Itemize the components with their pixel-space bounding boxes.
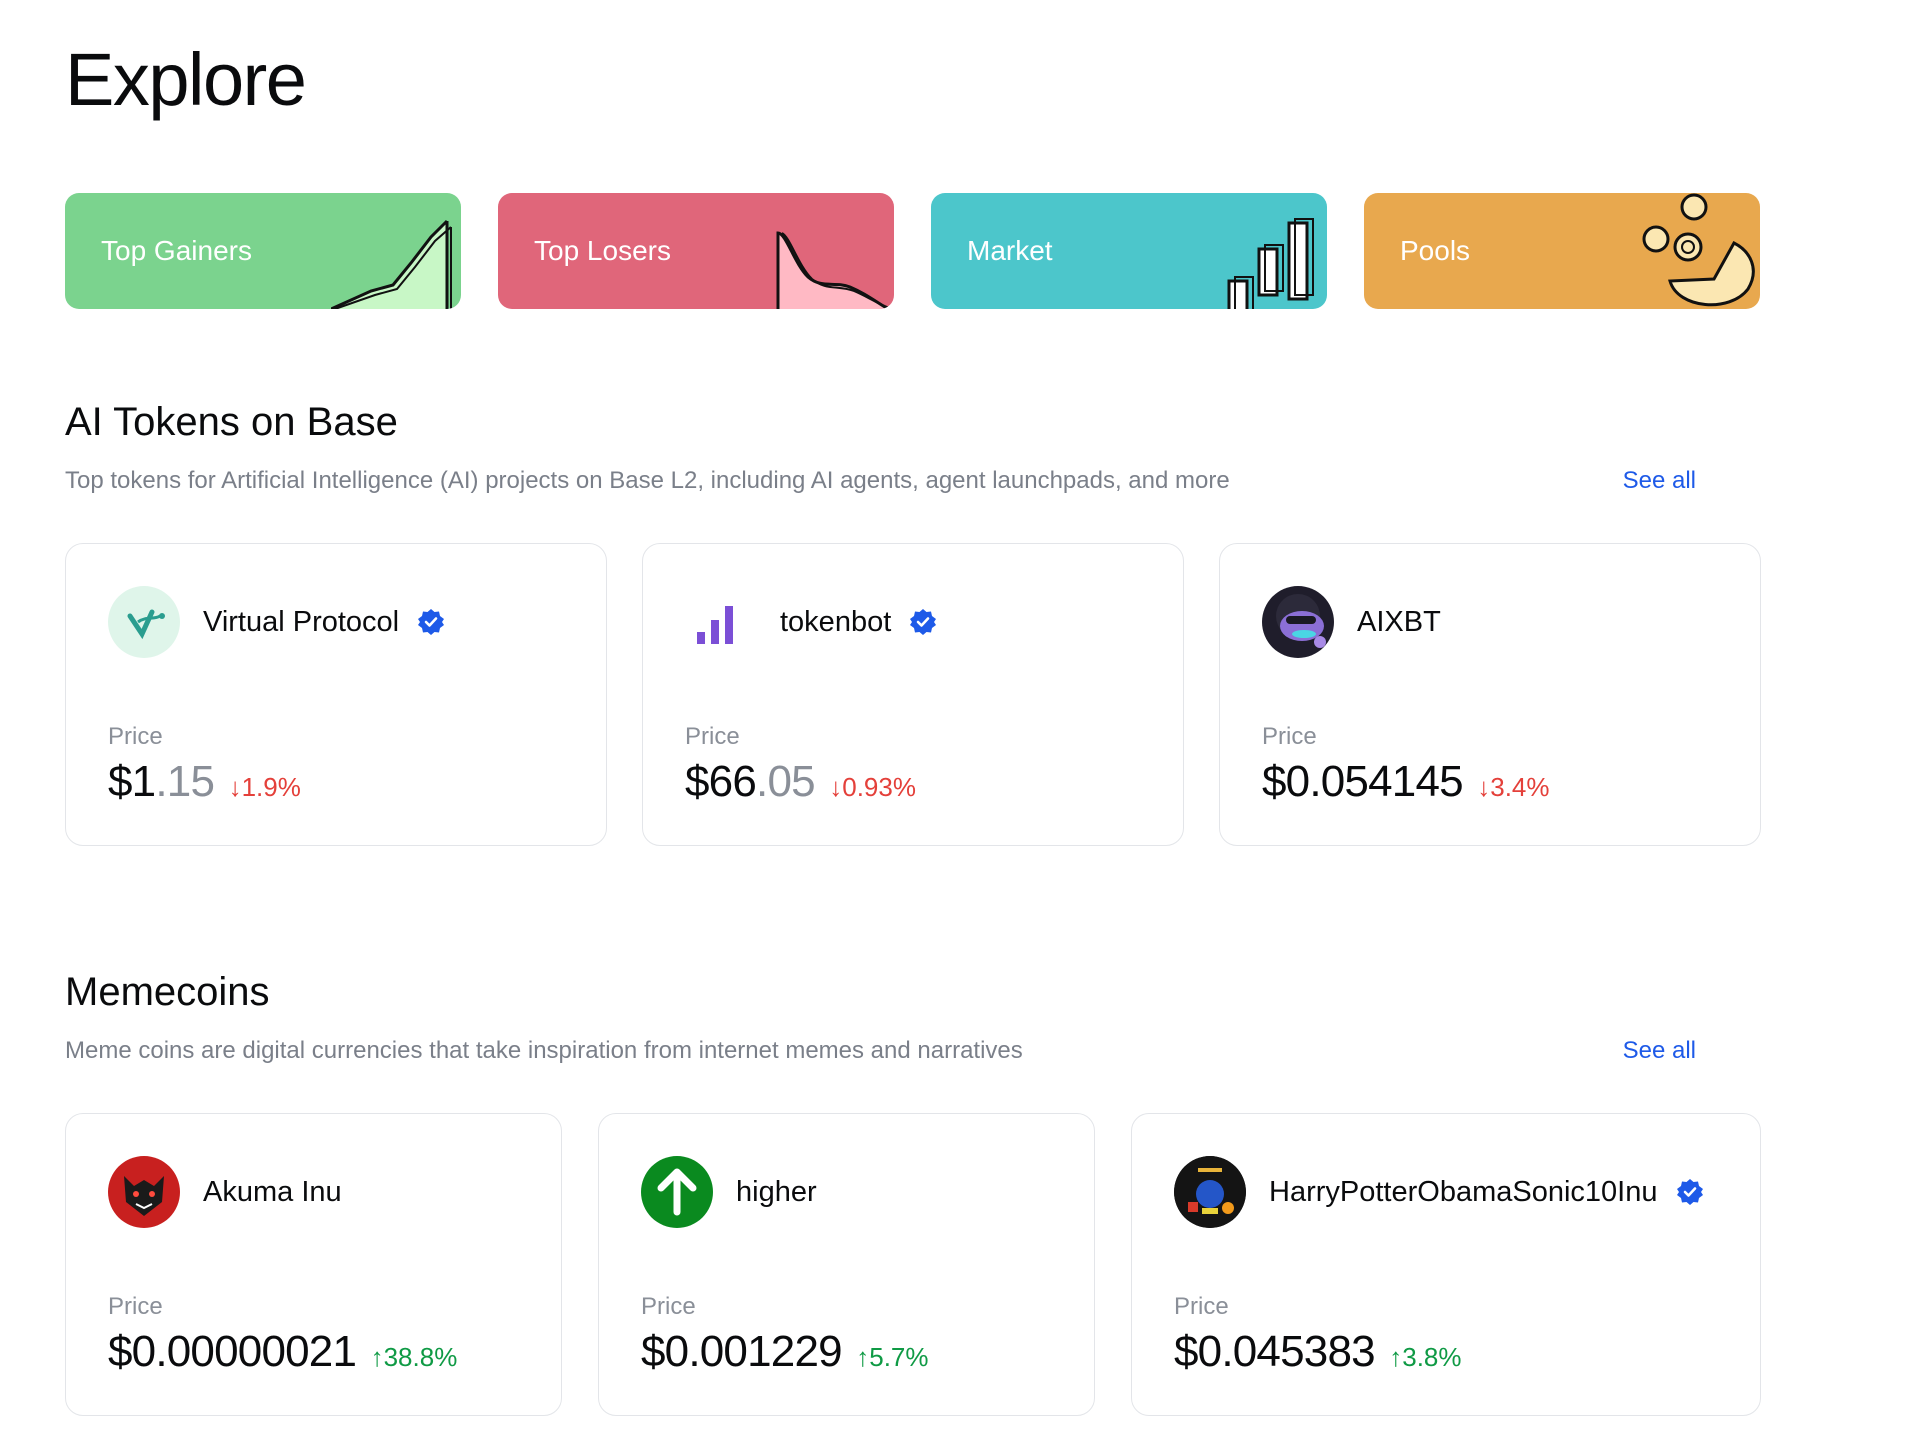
verified-badge-icon xyxy=(418,609,445,635)
token-name: HarryPotterObamaSonic10Inu xyxy=(1269,1172,1704,1212)
price-row: $66.05 ↓0.93% xyxy=(685,756,916,818)
category-label: Top Gainers xyxy=(101,235,252,266)
line-down-chart-icon xyxy=(776,231,893,309)
token-card-akuma-inu[interactable]: Akuma Inu Price $0.00000021 ↑38.8% xyxy=(65,1113,562,1416)
verified-badge-icon xyxy=(910,609,937,635)
ai-see-all-link[interactable]: See all xyxy=(1623,465,1696,497)
harrypotterobamasonic10inu-logo xyxy=(1174,1156,1246,1228)
price-row: $0.054145 ↓3.4% xyxy=(1262,756,1550,818)
meme-section-description: Meme coins are digital currencies that t… xyxy=(65,1037,1023,1064)
price-decimals: .05 xyxy=(756,757,816,806)
category-top-gainers[interactable]: Top Gainers xyxy=(65,193,461,309)
price-label: Price xyxy=(685,723,740,750)
page-title: Explore xyxy=(65,38,307,121)
category-label: Market xyxy=(967,235,1053,266)
category-top-losers[interactable]: Top Losers xyxy=(498,193,894,309)
price-value: $0.001229 xyxy=(641,1327,843,1376)
price-row: $0.001229 ↑5.7% xyxy=(641,1326,929,1388)
category-market[interactable]: Market xyxy=(931,193,1327,309)
virtual-protocol-logo xyxy=(108,586,180,658)
bar-chart-icon xyxy=(1227,218,1314,309)
price-label: Price xyxy=(641,1293,696,1320)
price-value: $0.054145 xyxy=(1262,757,1464,806)
token-card-harrypotterobamasonic10inu[interactable]: HarryPotterObamaSonic10Inu Price $0.0453… xyxy=(1131,1113,1761,1416)
aixbt-logo xyxy=(1262,586,1334,658)
verified-badge-icon xyxy=(1676,1179,1703,1205)
ai-section-description: Top tokens for Artificial Intelligence (… xyxy=(65,467,1230,494)
token-name: higher xyxy=(736,1176,817,1208)
higher-logo xyxy=(641,1156,713,1228)
price-row: $1.15 ↓1.9% xyxy=(108,756,301,818)
token-card-tokenbot[interactable]: tokenbot Price $66.05 ↓0.93% xyxy=(642,543,1184,846)
price-label: Price xyxy=(108,723,163,750)
meme-section-title: Memecoins xyxy=(65,970,270,1014)
price-value: $0.045383 xyxy=(1174,1327,1376,1376)
price-change: ↓3.4% xyxy=(1477,772,1550,802)
category-label: Pools xyxy=(1400,235,1471,266)
line-up-chart-icon xyxy=(331,219,452,309)
category-pools[interactable]: Pools xyxy=(1364,193,1760,309)
akuma-inu-logo xyxy=(108,1156,180,1228)
price-change: ↓0.93% xyxy=(829,772,916,802)
token-card-aixbt[interactable]: AIXBT Price $0.054145 ↓3.4% xyxy=(1219,543,1761,846)
category-label: Top Losers xyxy=(534,235,671,266)
ai-section-title: AI Tokens on Base xyxy=(65,400,398,444)
price-change: ↑38.8% xyxy=(370,1342,458,1372)
price-label: Price xyxy=(108,1293,163,1320)
token-name: tokenbot xyxy=(780,602,937,642)
price-row: $0.045383 ↑3.8% xyxy=(1174,1326,1462,1388)
price-change: ↑3.8% xyxy=(1389,1342,1462,1372)
price-value: $0.00000021 xyxy=(108,1327,357,1376)
category-tiles: Top Gainers Top Losers Market Pools xyxy=(65,193,1761,309)
meme-see-all-link[interactable]: See all xyxy=(1623,1035,1696,1067)
price-change: ↑5.7% xyxy=(856,1342,929,1372)
coins-pie-icon xyxy=(1642,193,1755,307)
token-card-virtual-protocol[interactable]: Virtual Protocol Price $1.15 ↓1.9% xyxy=(65,543,607,846)
price-label: Price xyxy=(1174,1293,1229,1320)
price-value: $1 xyxy=(108,757,156,806)
price-label: Price xyxy=(1262,723,1317,750)
token-card-higher[interactable]: higher Price $0.001229 ↑5.7% xyxy=(598,1113,1095,1416)
price-change: ↓1.9% xyxy=(228,772,301,802)
price-value: $66 xyxy=(685,757,757,806)
price-row: $0.00000021 ↑38.8% xyxy=(108,1326,457,1388)
token-name: AIXBT xyxy=(1357,606,1441,638)
token-name: Akuma Inu xyxy=(203,1176,342,1208)
tokenbot-logo xyxy=(685,586,757,658)
price-decimals: .15 xyxy=(155,757,215,806)
token-name: Virtual Protocol xyxy=(203,602,445,642)
